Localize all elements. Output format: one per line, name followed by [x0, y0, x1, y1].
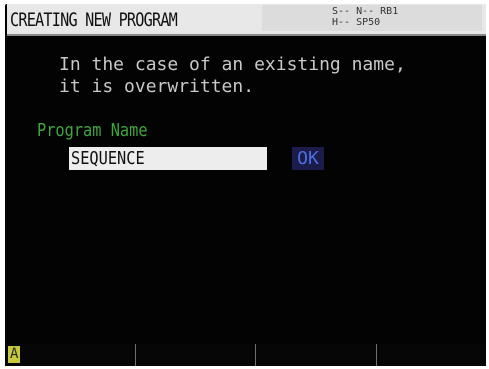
program-name-input[interactable]: SEQUENCE	[69, 147, 267, 170]
function-key-bar: A	[5, 344, 486, 366]
message-line-2: it is overwritten.	[59, 76, 255, 97]
status-indicator: S-- N-- RB1 H-- SP50	[262, 5, 482, 31]
title-bar: CREATING NEW PROGRAM S-- N-- RB1 H-- SP5…	[7, 4, 486, 36]
function-key-1[interactable]: A	[5, 344, 134, 366]
ok-button[interactable]: OK	[292, 147, 324, 170]
function-key-3[interactable]	[255, 344, 376, 366]
status-line-1: S-- N-- RB1	[332, 6, 399, 17]
function-key-4[interactable]	[376, 344, 487, 366]
message-line-1: In the case of an existing name,	[59, 54, 406, 75]
function-key-2[interactable]	[135, 344, 255, 366]
status-line-2: H-- SP50	[332, 17, 381, 28]
device-screen: CREATING NEW PROGRAM S-- N-- RB1 H-- SP5…	[0, 0, 489, 369]
program-name-value: SEQUENCE	[71, 148, 145, 169]
page-title: CREATING NEW PROGRAM	[10, 9, 178, 31]
function-key-1-label: A	[8, 346, 21, 363]
program-name-label: Program Name	[37, 120, 148, 141]
